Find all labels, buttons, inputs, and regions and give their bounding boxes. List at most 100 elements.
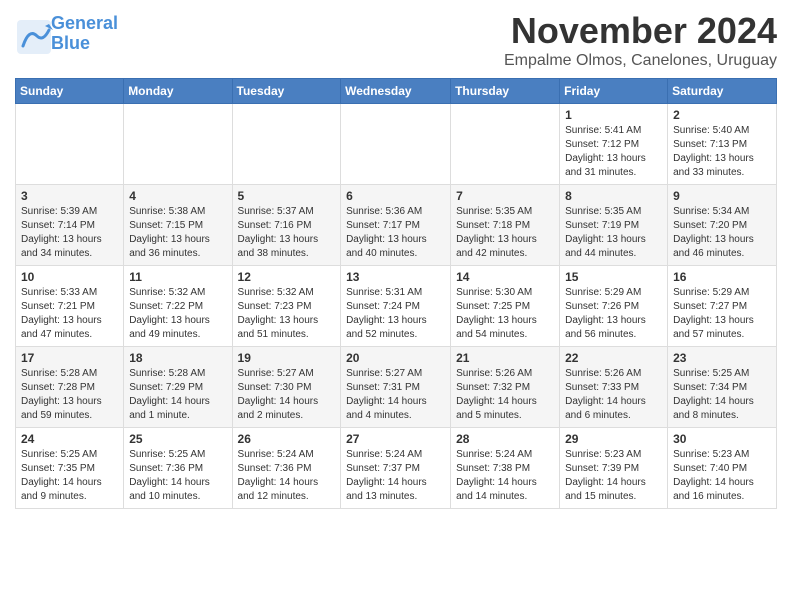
logo-blue: Blue xyxy=(51,33,90,53)
day-of-week-header: Thursday xyxy=(451,79,560,104)
day-info: Sunrise: 5:25 AM Sunset: 7:35 PM Dayligh… xyxy=(21,448,118,504)
day-info: Sunrise: 5:27 AM Sunset: 7:30 PM Dayligh… xyxy=(238,367,336,423)
day-info: Sunrise: 5:41 AM Sunset: 7:12 PM Dayligh… xyxy=(565,124,662,180)
calendar-cell xyxy=(341,104,451,185)
day-of-week-header: Sunday xyxy=(16,79,124,104)
day-info: Sunrise: 5:25 AM Sunset: 7:36 PM Dayligh… xyxy=(129,448,226,504)
header: General Blue November 2024 Empalme Olmos… xyxy=(15,10,777,70)
calendar-cell: 27 Sunrise: 5:24 AM Sunset: 7:37 PM Dayli… xyxy=(341,428,451,509)
calendar-cell: 4Sunrise: 5:38 AM Sunset: 7:15 PM Daylig… xyxy=(124,185,232,266)
day-info: Sunrise: 5:38 AM Sunset: 7:15 PM Dayligh… xyxy=(129,205,226,261)
day-info: Sunrise: 5:31 AM Sunset: 7:24 PM Dayligh… xyxy=(346,286,445,342)
calendar-cell: 23 Sunrise: 5:25 AM Sunset: 7:34 PM Dayli… xyxy=(668,347,777,428)
day-info: Sunrise: 5:24 AM Sunset: 7:38 PM Dayligh… xyxy=(456,448,554,504)
calendar-cell: 6Sunrise: 5:36 AM Sunset: 7:17 PM Daylig… xyxy=(341,185,451,266)
day-info: Sunrise: 5:25 AM Sunset: 7:34 PM Dayligh… xyxy=(673,367,771,423)
day-info: Sunrise: 5:26 AM Sunset: 7:32 PM Dayligh… xyxy=(456,367,554,423)
day-info: Sunrise: 5:29 AM Sunset: 7:27 PM Dayligh… xyxy=(673,286,771,342)
day-number: 23 xyxy=(673,351,771,365)
day-number: 24 xyxy=(21,432,118,446)
day-number: 5 xyxy=(238,189,336,203)
day-number: 13 xyxy=(346,270,445,284)
day-number: 27 xyxy=(346,432,445,446)
logo: General Blue xyxy=(15,14,118,54)
calendar-cell xyxy=(16,104,124,185)
day-of-week-header: Saturday xyxy=(668,79,777,104)
calendar-cell: 22 Sunrise: 5:26 AM Sunset: 7:33 PM Dayli… xyxy=(560,347,668,428)
day-of-week-header: Wednesday xyxy=(341,79,451,104)
day-number: 21 xyxy=(456,351,554,365)
day-number: 22 xyxy=(565,351,662,365)
calendar-cell: 21 Sunrise: 5:26 AM Sunset: 7:32 PM Dayli… xyxy=(451,347,560,428)
day-info: Sunrise: 5:32 AM Sunset: 7:23 PM Dayligh… xyxy=(238,286,336,342)
calendar-cell: 19 Sunrise: 5:27 AM Sunset: 7:30 PM Dayli… xyxy=(232,347,341,428)
calendar-cell: 20 Sunrise: 5:27 AM Sunset: 7:31 PM Dayli… xyxy=(341,347,451,428)
day-number: 25 xyxy=(129,432,226,446)
calendar-cell: 12 Sunrise: 5:32 AM Sunset: 7:23 PM Dayli… xyxy=(232,266,341,347)
calendar-cell: 9Sunrise: 5:34 AM Sunset: 7:20 PM Daylig… xyxy=(668,185,777,266)
calendar-week: 3 Sunrise: 5:39 AM Sunset: 7:14 PM Daylig… xyxy=(16,185,777,266)
logo-text: General Blue xyxy=(51,14,118,54)
calendar-week: 24 Sunrise: 5:25 AM Sunset: 7:35 PM Dayli… xyxy=(16,428,777,509)
day-of-week-header: Tuesday xyxy=(232,79,341,104)
calendar-body: 1 Sunrise: 5:41 AM Sunset: 7:12 PM Daylig… xyxy=(16,104,777,509)
calendar-cell: 1 Sunrise: 5:41 AM Sunset: 7:12 PM Daylig… xyxy=(560,104,668,185)
day-number: 11 xyxy=(129,270,226,284)
day-info: Sunrise: 5:30 AM Sunset: 7:25 PM Dayligh… xyxy=(456,286,554,342)
day-number: 26 xyxy=(238,432,336,446)
day-info: Sunrise: 5:28 AM Sunset: 7:29 PM Dayligh… xyxy=(129,367,226,423)
calendar-cell: 25 Sunrise: 5:25 AM Sunset: 7:36 PM Dayli… xyxy=(124,428,232,509)
day-info: Sunrise: 5:27 AM Sunset: 7:31 PM Dayligh… xyxy=(346,367,445,423)
calendar-week: 17 Sunrise: 5:28 AM Sunset: 7:28 PM Dayli… xyxy=(16,347,777,428)
day-number: 12 xyxy=(238,270,336,284)
day-info: Sunrise: 5:28 AM Sunset: 7:28 PM Dayligh… xyxy=(21,367,118,423)
calendar-cell: 28 Sunrise: 5:24 AM Sunset: 7:38 PM Dayli… xyxy=(451,428,560,509)
calendar-cell: 13 Sunrise: 5:31 AM Sunset: 7:24 PM Dayli… xyxy=(341,266,451,347)
day-info: Sunrise: 5:39 AM Sunset: 7:14 PM Dayligh… xyxy=(21,205,118,261)
day-info: Sunrise: 5:32 AM Sunset: 7:22 PM Dayligh… xyxy=(129,286,226,342)
calendar-week: 10 Sunrise: 5:33 AM Sunset: 7:21 PM Dayli… xyxy=(16,266,777,347)
day-info: Sunrise: 5:37 AM Sunset: 7:16 PM Dayligh… xyxy=(238,205,336,261)
day-info: Sunrise: 5:35 AM Sunset: 7:18 PM Dayligh… xyxy=(456,205,554,261)
day-number: 20 xyxy=(346,351,445,365)
calendar-cell: 16 Sunrise: 5:29 AM Sunset: 7:27 PM Dayli… xyxy=(668,266,777,347)
day-info: Sunrise: 5:26 AM Sunset: 7:33 PM Dayligh… xyxy=(565,367,662,423)
logo-general: General xyxy=(51,13,118,33)
logo-icon xyxy=(15,18,47,50)
month-title: November 2024 xyxy=(504,10,777,52)
day-info: Sunrise: 5:29 AM Sunset: 7:26 PM Dayligh… xyxy=(565,286,662,342)
day-number: 19 xyxy=(238,351,336,365)
day-number: 16 xyxy=(673,270,771,284)
day-info: Sunrise: 5:36 AM Sunset: 7:17 PM Dayligh… xyxy=(346,205,445,261)
calendar-cell: 8Sunrise: 5:35 AM Sunset: 7:19 PM Daylig… xyxy=(560,185,668,266)
calendar-cell: 10 Sunrise: 5:33 AM Sunset: 7:21 PM Dayli… xyxy=(16,266,124,347)
day-info: Sunrise: 5:33 AM Sunset: 7:21 PM Dayligh… xyxy=(21,286,118,342)
day-number: 7 xyxy=(456,189,554,203)
day-number: 29 xyxy=(565,432,662,446)
calendar-cell: 5 Sunrise: 5:37 AM Sunset: 7:16 PM Daylig… xyxy=(232,185,341,266)
day-number: 8 xyxy=(565,189,662,203)
day-of-week-header: Monday xyxy=(124,79,232,104)
calendar-cell: 3 Sunrise: 5:39 AM Sunset: 7:14 PM Daylig… xyxy=(16,185,124,266)
calendar-cell: 17 Sunrise: 5:28 AM Sunset: 7:28 PM Dayli… xyxy=(16,347,124,428)
calendar-cell: 14 Sunrise: 5:30 AM Sunset: 7:25 PM Dayli… xyxy=(451,266,560,347)
day-number: 15 xyxy=(565,270,662,284)
day-number: 17 xyxy=(21,351,118,365)
calendar-cell: 2 Sunrise: 5:40 AM Sunset: 7:13 PM Daylig… xyxy=(668,104,777,185)
day-number: 28 xyxy=(456,432,554,446)
day-number: 10 xyxy=(21,270,118,284)
calendar-cell xyxy=(124,104,232,185)
day-number: 18 xyxy=(129,351,226,365)
calendar-cell: 30Sunrise: 5:23 AM Sunset: 7:40 PM Dayli… xyxy=(668,428,777,509)
day-number: 3 xyxy=(21,189,118,203)
calendar-cell xyxy=(451,104,560,185)
day-info: Sunrise: 5:40 AM Sunset: 7:13 PM Dayligh… xyxy=(673,124,771,180)
calendar-cell: 11 Sunrise: 5:32 AM Sunset: 7:22 PM Dayli… xyxy=(124,266,232,347)
calendar-cell: 24 Sunrise: 5:25 AM Sunset: 7:35 PM Dayli… xyxy=(16,428,124,509)
calendar-cell: 18 Sunrise: 5:28 AM Sunset: 7:29 PM Dayli… xyxy=(124,347,232,428)
day-number: 14 xyxy=(456,270,554,284)
calendar-table: SundayMondayTuesdayWednesdayThursdayFrid… xyxy=(15,78,777,509)
day-number: 1 xyxy=(565,108,662,122)
day-info: Sunrise: 5:24 AM Sunset: 7:37 PM Dayligh… xyxy=(346,448,445,504)
day-number: 2 xyxy=(673,108,771,122)
